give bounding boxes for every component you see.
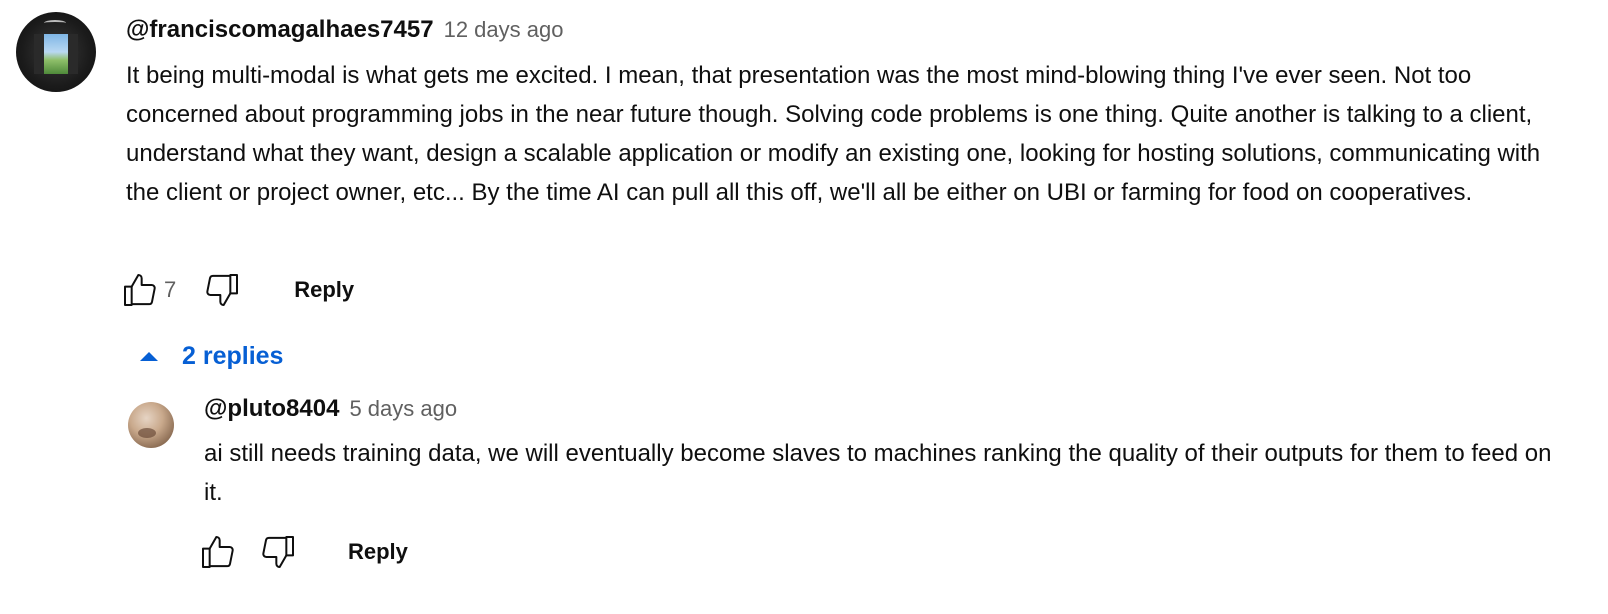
reply-avatar[interactable] [128,402,174,448]
comment-author[interactable]: @franciscomagalhaes7457 [126,16,434,44]
reply-reply-button[interactable]: Reply [338,531,418,573]
reply-like-button[interactable] [196,530,240,574]
replies-count-label: 2 replies [182,341,284,370]
reply-button[interactable]: Reply [284,269,364,311]
reply-dislike-button[interactable] [256,530,300,574]
reply-header: @pluto8404 5 days ago [204,395,457,423]
window-landscape-image [34,34,78,74]
reply-author[interactable]: @pluto8404 [204,395,339,423]
thumbs-up-icon [124,274,156,306]
replies-toggle-button[interactable]: 2 replies [136,336,283,376]
comment-avatar[interactable] [16,12,96,92]
thumbs-up-icon [202,536,234,568]
comment-timestamp[interactable]: 12 days ago [444,17,564,43]
comment-header: @franciscomagalhaes7457 12 days ago [126,16,563,44]
pluto-surface-spot [138,428,156,438]
thumbs-down-icon [206,274,239,306]
reply-actions: Reply [196,530,418,574]
reply-text: ai still needs training data, we will ev… [204,440,1552,506]
bird-silhouette [44,20,66,26]
like-button[interactable] [118,268,162,312]
comment-actions: 7 Reply [118,268,364,312]
caret-up-icon [136,343,162,369]
dislike-button[interactable] [200,268,244,312]
thumbs-down-icon [262,536,294,568]
reply-timestamp[interactable]: 5 days ago [349,396,457,422]
like-count: 7 [164,277,177,302]
comment-text: It being multi-modal is what gets me exc… [126,62,1541,206]
